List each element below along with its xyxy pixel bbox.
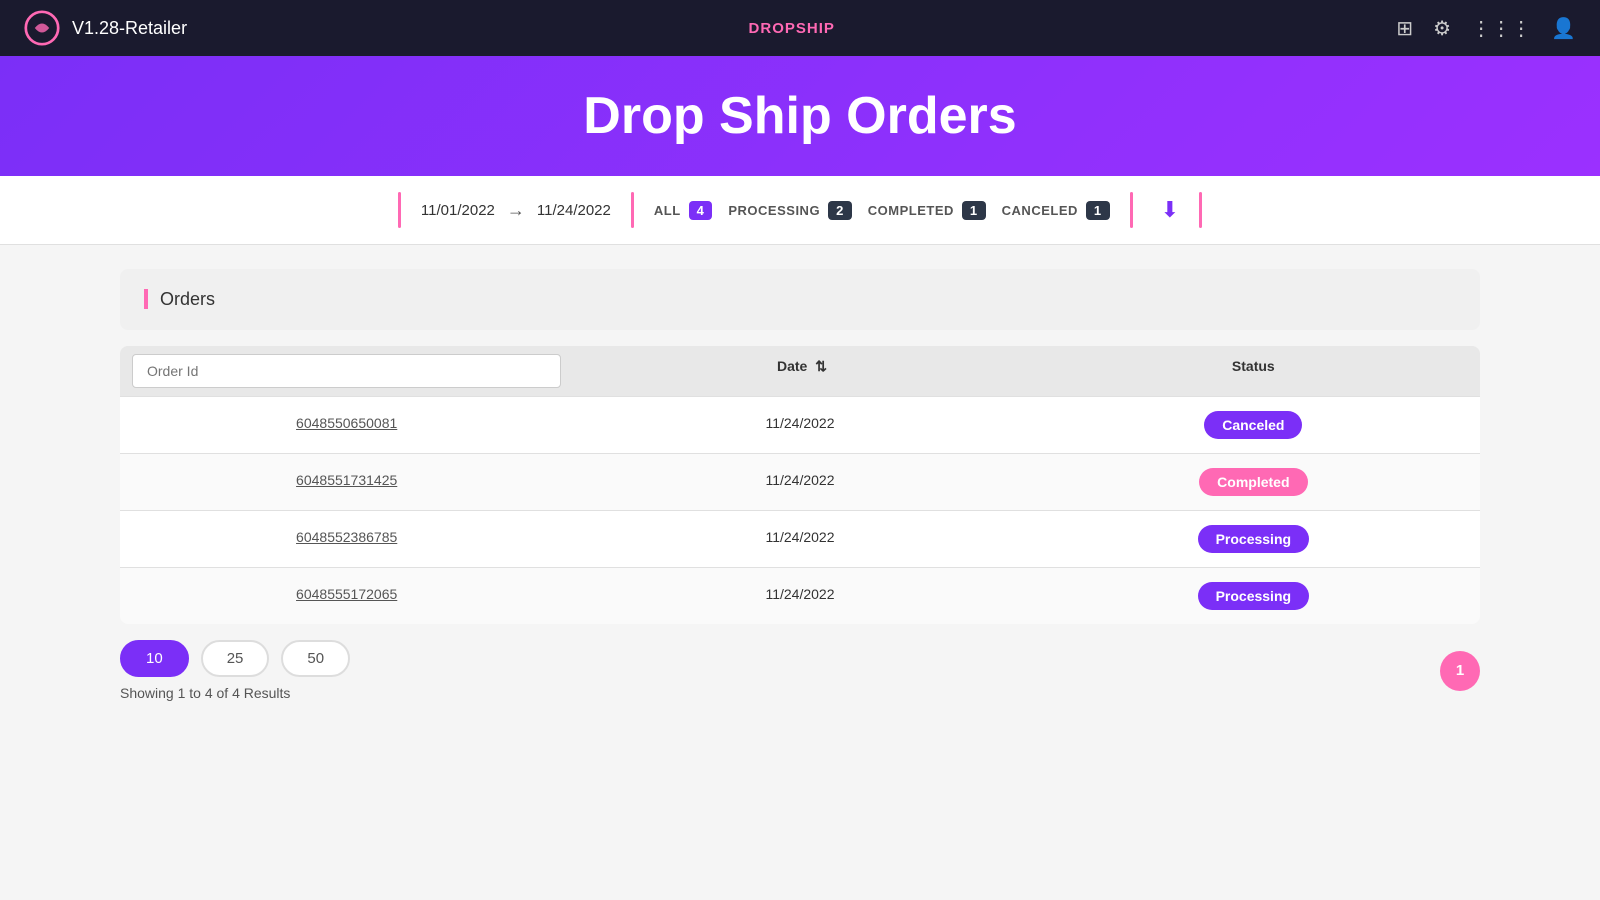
filter-divider-left xyxy=(398,192,401,228)
date-to[interactable]: 11/24/2022 xyxy=(537,202,611,219)
page-size-25[interactable]: 25 xyxy=(201,640,270,677)
filter-divider-far xyxy=(1199,192,1202,228)
order-id-link[interactable]: 6048555172065 xyxy=(296,586,397,602)
page-1-button[interactable]: 1 xyxy=(1440,651,1480,691)
table-icon[interactable]: ⊞ xyxy=(1396,16,1413,41)
order-status-cell: Completed xyxy=(1027,454,1480,510)
page-size-buttons: 10 25 50 xyxy=(120,640,350,677)
main-content: Orders Date ⇅ Status 6048550650081 11/24… xyxy=(0,245,1600,729)
order-id-link[interactable]: 6048551731425 xyxy=(296,472,397,488)
order-id-cell: 6048555172065 xyxy=(120,568,573,624)
search-col xyxy=(120,346,573,396)
order-id-cell: 6048552386785 xyxy=(120,511,573,567)
order-rows: 6048550650081 11/24/2022 Canceled 604855… xyxy=(120,396,1480,624)
filter-processing-label: PROCESSING xyxy=(728,203,820,218)
order-id-cell: 6048551731425 xyxy=(120,454,573,510)
filter-completed-count: 1 xyxy=(962,201,986,220)
download-button[interactable]: ⬇ xyxy=(1161,197,1179,223)
gear-icon[interactable]: ⚙ xyxy=(1433,16,1451,41)
filter-canceled-count: 1 xyxy=(1086,201,1110,220)
orders-section: Orders xyxy=(120,269,1480,330)
status-badge: Completed xyxy=(1199,468,1307,496)
page-header: Drop Ship Orders xyxy=(0,56,1600,176)
pagination-left: 10 25 50 Showing 1 to 4 of 4 Results xyxy=(120,640,350,701)
filter-all-count: 4 xyxy=(689,201,713,220)
order-date-cell: 11/24/2022 xyxy=(573,397,1026,453)
navbar-left: V1.28-Retailer xyxy=(24,10,187,46)
order-id-link[interactable]: 6048550650081 xyxy=(296,415,397,431)
filter-divider-mid xyxy=(631,192,634,228)
navbar-nav-label: DROPSHIP xyxy=(749,20,835,37)
arrow-icon: → xyxy=(507,200,525,221)
order-id-link[interactable]: 6048552386785 xyxy=(296,529,397,545)
filter-tab-canceled[interactable]: CANCELED 1 xyxy=(1002,201,1110,220)
order-date-cell: 11/24/2022 xyxy=(573,454,1026,510)
pagination-bar: 10 25 50 Showing 1 to 4 of 4 Results 1 xyxy=(120,624,1480,705)
page-size-50[interactable]: 50 xyxy=(281,640,350,677)
status-badge: Processing xyxy=(1198,525,1309,553)
navbar-version: V1.28-Retailer xyxy=(72,18,187,39)
filter-divider-right xyxy=(1130,192,1133,228)
showing-text: Showing 1 to 4 of 4 Results xyxy=(120,677,350,701)
table-header: Date ⇅ Status xyxy=(120,346,1480,396)
filter-processing-count: 2 xyxy=(828,201,852,220)
orders-table: Date ⇅ Status 6048550650081 11/24/2022 C… xyxy=(120,346,1480,624)
user-icon[interactable]: 👤 xyxy=(1551,16,1576,41)
filter-tab-processing[interactable]: PROCESSING 2 xyxy=(728,201,851,220)
page-title: Drop Ship Orders xyxy=(0,86,1600,146)
filter-tab-completed[interactable]: COMPLETED 1 xyxy=(868,201,986,220)
date-range: 11/01/2022 → 11/24/2022 xyxy=(421,200,611,221)
sort-icon[interactable]: ⇅ xyxy=(815,358,827,374)
table-row: 6048550650081 11/24/2022 Canceled xyxy=(120,396,1480,453)
search-input[interactable] xyxy=(132,354,561,388)
order-status-cell: Canceled xyxy=(1027,397,1480,453)
table-row: 6048555172065 11/24/2022 Processing xyxy=(120,567,1480,624)
date-from[interactable]: 11/01/2022 xyxy=(421,202,495,219)
status-badge: Canceled xyxy=(1204,411,1302,439)
order-id-cell: 6048550650081 xyxy=(120,397,573,453)
status-badge: Processing xyxy=(1198,582,1309,610)
filter-canceled-label: CANCELED xyxy=(1002,203,1078,218)
navbar-right: ⊞ ⚙ ⋮⋮⋮ 👤 xyxy=(1396,16,1576,41)
table-row: 6048552386785 11/24/2022 Processing xyxy=(120,510,1480,567)
order-status-cell: Processing xyxy=(1027,511,1480,567)
logo-icon xyxy=(24,10,60,46)
navbar: V1.28-Retailer DROPSHIP ⊞ ⚙ ⋮⋮⋮ 👤 xyxy=(0,0,1600,56)
filter-tab-all[interactable]: ALL 4 xyxy=(654,201,713,220)
order-status-cell: Processing xyxy=(1027,568,1480,624)
order-date-cell: 11/24/2022 xyxy=(573,511,1026,567)
page-size-10[interactable]: 10 xyxy=(120,640,189,677)
filter-bar: 11/01/2022 → 11/24/2022 ALL 4 PROCESSING… xyxy=(0,176,1600,245)
filter-completed-label: COMPLETED xyxy=(868,203,954,218)
orders-title: Orders xyxy=(144,289,215,309)
col-date-header: Date ⇅ xyxy=(573,346,1026,396)
grid-icon[interactable]: ⋮⋮⋮ xyxy=(1471,16,1531,41)
table-row: 6048551731425 11/24/2022 Completed xyxy=(120,453,1480,510)
filter-all-label: ALL xyxy=(654,203,681,218)
filter-tabs: ALL 4 PROCESSING 2 COMPLETED 1 CANCELED … xyxy=(654,201,1110,220)
col-status-header: Status xyxy=(1027,346,1480,396)
order-date-cell: 11/24/2022 xyxy=(573,568,1026,624)
